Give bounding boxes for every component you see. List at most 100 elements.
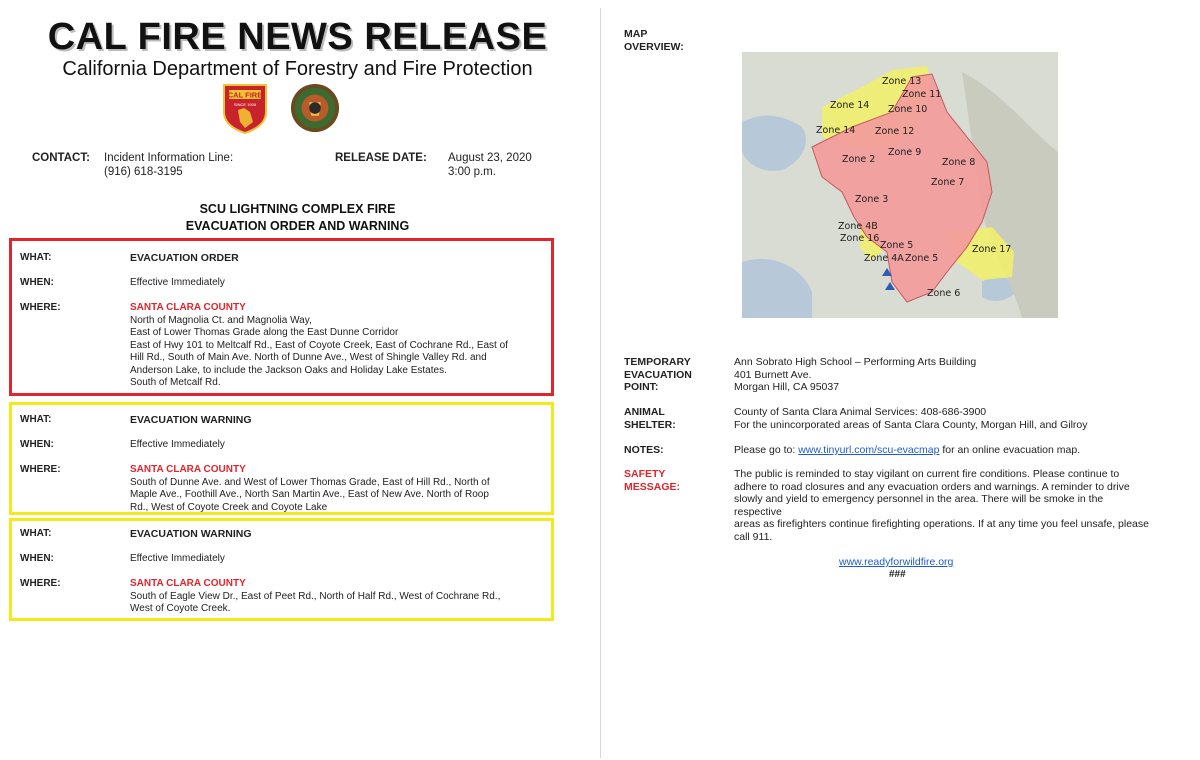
evacuation-warning-box-1: WHAT: EVACUATION WARNING WHEN: Effective… xyxy=(9,402,554,515)
animal-shelter-contact: County of Santa Clara Animal Services: 4… xyxy=(734,406,987,418)
incident-subtitle: EVACUATION ORDER AND WARNING xyxy=(185,219,410,233)
where-line: Maple Ave., Foothill Ave., North San Mar… xyxy=(130,489,489,500)
warning-where: SANTA CLARA COUNTY South of Dunne Ave. a… xyxy=(130,464,540,514)
zone-label: Zone 5 xyxy=(880,240,913,251)
when-label: WHEN: xyxy=(20,439,54,450)
contact-phone: (916) 618-3195 xyxy=(104,166,183,178)
where-label: WHERE: xyxy=(20,302,61,313)
label-line: SHELTER: xyxy=(624,418,676,431)
safety-line: areas as firefighters continue firefight… xyxy=(734,518,1149,530)
county-name: SANTA CLARA COUNTY xyxy=(130,578,246,589)
zone-label: Zone 14 xyxy=(816,125,855,136)
label-line: EVACUATION xyxy=(624,368,692,381)
evac-point-value: Ann Sobrato High School – Performing Art… xyxy=(734,356,1134,394)
incident-name: SCU LIGHTNING COMPLEX FIRE xyxy=(199,202,396,216)
release-date: August 23, 2020 xyxy=(448,152,532,164)
evac-point-city: Morgan Hill, CA 95037 xyxy=(734,381,840,393)
zone-label: Zone 6 xyxy=(927,288,960,299)
evacuation-zone-map[interactable]: Zone 13 Zone 11 Zone 14 Zone 10 Zone 14 … xyxy=(742,52,1058,318)
zone-label: Zone 12 xyxy=(875,126,914,137)
zone-label: Zone 8 xyxy=(942,157,975,168)
where-line: South of Metcalf Rd. xyxy=(130,377,221,388)
safety-line: slowly and yield to emergency personnel … xyxy=(734,493,1104,518)
contact-label: CONTACT: xyxy=(32,152,90,164)
zone-label: Zone 11 xyxy=(902,89,941,100)
zone-label: Zone 17 xyxy=(972,244,1011,255)
notes-value: Please go to: www.tinyurl.com/scu-evacma… xyxy=(734,444,1134,457)
contact-line-1: Incident Information Line: xyxy=(104,152,234,164)
when-label: WHEN: xyxy=(20,277,54,288)
map-label-line: OVERVIEW: xyxy=(624,40,684,53)
where-line: Rd., West of Coyote Creek and Coyote Lak… xyxy=(130,501,328,513)
order-where: SANTA CLARA COUNTY North of Magnolia Ct.… xyxy=(130,302,540,390)
evacuation-order-box: WHAT: EVACUATION ORDER WHEN: Effective I… xyxy=(9,238,554,396)
evacuation-warning-box-2: WHAT: EVACUATION WARNING WHEN: Effective… xyxy=(9,518,554,621)
zone-label: Zone 3 xyxy=(855,194,888,205)
evac-point-label: TEMPORARY EVACUATION POINT: xyxy=(624,356,692,394)
where-line: Anderson Lake, to include the Jackson Oa… xyxy=(130,364,447,376)
release-title: CAL FIRE NEWS RELEASE xyxy=(47,16,548,58)
warning-when: Effective Immediately xyxy=(130,439,225,450)
where-line: Hill Rd., South of Main Ave. North of Du… xyxy=(130,352,487,363)
zone-label: Zone 7 xyxy=(931,177,964,188)
animal-shelter-value: County of Santa Clara Animal Services: 4… xyxy=(734,406,1134,431)
where-line: South of Dunne Ave. and West of Lower Th… xyxy=(130,476,490,488)
warning-type: EVACUATION WARNING xyxy=(130,414,252,426)
label-line: POINT: xyxy=(624,381,659,393)
cal-fire-logo: CAL FIRE SINCE 1905 xyxy=(223,84,267,134)
cal-fire-logo-subtext: SINCE 1905 xyxy=(234,102,257,107)
when-label: WHEN: xyxy=(20,553,54,564)
order-when: Effective Immediately xyxy=(130,277,225,288)
zone-label: Zone 5 xyxy=(905,253,938,264)
animal-shelter-areas: For the unincorporated areas of Santa Cl… xyxy=(734,418,1088,431)
page-divider xyxy=(600,8,601,758)
cal-fire-logo-text: CAL FIRE xyxy=(228,91,262,100)
map-label-line: MAP xyxy=(624,28,648,40)
warning-where: SANTA CLARA COUNTY South of Eagle View D… xyxy=(130,578,540,616)
zone-label: Zone 4B xyxy=(838,221,878,232)
release-time: 3:00 p.m. xyxy=(448,166,496,178)
map-overview-label: MAP OVERVIEW: xyxy=(624,28,684,53)
safety-line: adhere to road closures and any evacuati… xyxy=(734,480,1130,493)
where-line: South of Eagle View Dr., East of Peet Rd… xyxy=(130,590,501,602)
notes-prefix: Please go to: xyxy=(734,444,799,456)
order-type: EVACUATION ORDER xyxy=(130,252,239,264)
agency-subtitle: California Department of Forestry and Fi… xyxy=(62,58,533,80)
where-label: WHERE: xyxy=(20,464,61,475)
notes-label: NOTES: xyxy=(624,444,664,456)
zone-label: Zone 4A xyxy=(864,253,904,264)
where-label: WHERE: xyxy=(20,578,61,589)
incident-title: SCU LIGHTNING COMPLEX FIRE EVACUATION OR… xyxy=(0,201,595,235)
what-label: WHAT: xyxy=(20,414,52,425)
zone-label: Zone 16 xyxy=(840,233,879,244)
safety-line: The public is reminded to stay vigilant … xyxy=(734,468,1120,480)
where-line: East of Lower Thomas Grade along the Eas… xyxy=(130,327,399,338)
where-line: West of Coyote Creek. xyxy=(130,603,231,614)
notes-suffix: for an online evacuation map. xyxy=(939,444,1081,456)
california-seal-icon xyxy=(290,83,340,133)
zone-label: Zone 13 xyxy=(882,76,921,87)
evac-point-street: 401 Burnett Ave. xyxy=(734,368,812,381)
end-marker: ### xyxy=(889,569,906,580)
where-line: East of Hwy 101 to Meltcalf Rd., East of… xyxy=(130,339,508,351)
zone-label: Zone 2 xyxy=(842,154,875,165)
county-name: SANTA CLARA COUNTY xyxy=(130,302,246,313)
zone-label: Zone 14 xyxy=(830,100,869,111)
label-line: TEMPORARY xyxy=(624,356,691,368)
label-line: SAFETY xyxy=(624,468,666,480)
zone-label: Zone 10 xyxy=(888,104,927,115)
release-date-label: RELEASE DATE: xyxy=(335,152,427,164)
ready-for-wildfire-link[interactable]: www.readyforwildfire.org xyxy=(839,556,953,568)
label-line: MESSAGE: xyxy=(624,480,681,493)
where-line: North of Magnolia Ct. and Magnolia Way, xyxy=(130,314,312,326)
evac-map-link[interactable]: www.tinyurl.com/scu-evacmap xyxy=(798,444,939,456)
warning-type: EVACUATION WARNING xyxy=(130,528,252,540)
label-line: ANIMAL xyxy=(624,406,665,418)
evac-point-name: Ann Sobrato High School – Performing Art… xyxy=(734,356,977,368)
county-name: SANTA CLARA COUNTY xyxy=(130,464,246,475)
warning-when: Effective Immediately xyxy=(130,553,225,564)
zone-label: Zone 9 xyxy=(888,147,921,158)
what-label: WHAT: xyxy=(20,252,52,263)
safety-message-label: SAFETY MESSAGE: xyxy=(624,468,680,493)
animal-shelter-label: ANIMAL SHELTER: xyxy=(624,406,676,431)
